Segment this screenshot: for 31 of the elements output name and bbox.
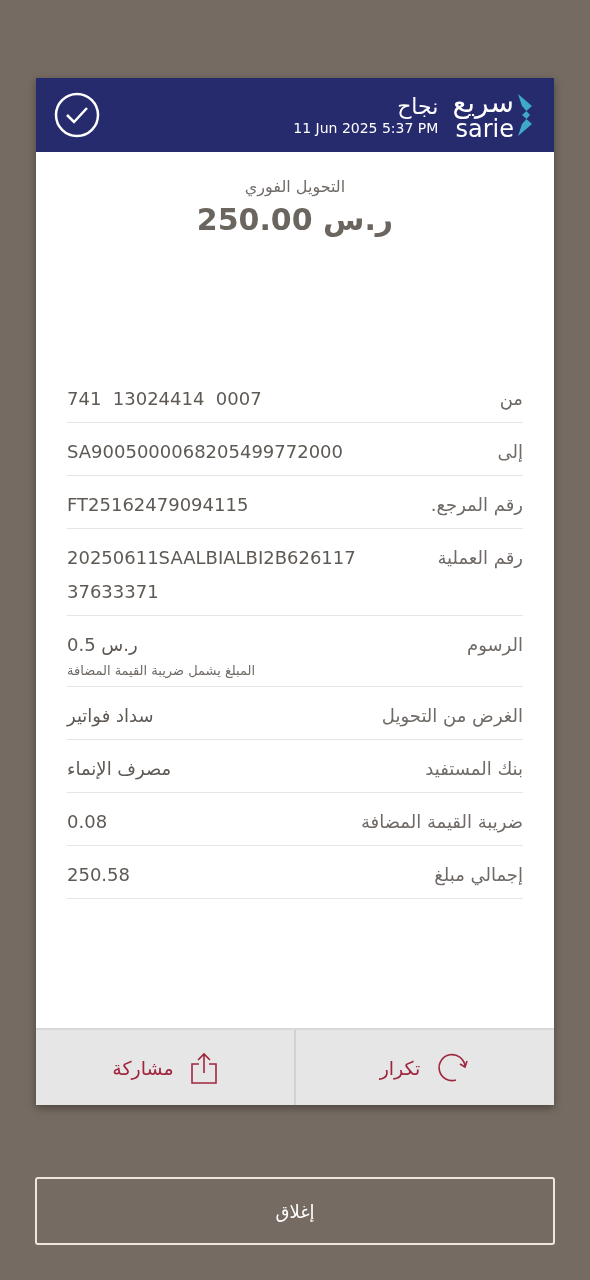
detail-value: 741 13024414 0007 [67, 387, 262, 411]
status-title: نجاح [397, 94, 439, 120]
transfer-amount: 250.00 ر.س [196, 201, 394, 239]
close-button[interactable]: إغلاق [35, 1177, 555, 1245]
check-circle-icon [54, 92, 100, 138]
logo-mark-icon [516, 92, 534, 138]
detail-label: الغرض من التحويل [381, 704, 523, 729]
detail-value: مصرف الإنماء [67, 757, 172, 782]
detail-note: المبلغ يشمل ضريبة القيمة المضافة [67, 662, 256, 680]
detail-value: SA9005000068205499772000 [67, 440, 344, 464]
detail-value: 0.5 ر.س [67, 633, 138, 657]
share-icon [189, 1051, 218, 1084]
transaction-date: 11 Jun 2025 5:37 PM [293, 120, 439, 136]
logo-latin-text: sarie [455, 117, 514, 141]
detail-value: 20250611SAALBIALBI2B62611737633371 [67, 546, 357, 604]
detail-label: إلى [497, 440, 523, 464]
detail-label: الرسوم [467, 633, 523, 658]
repeat-button[interactable]: تكرار [294, 1030, 554, 1105]
detail-value: سداد فواتير [67, 704, 154, 729]
detail-label: رقم المرجع. [430, 493, 523, 518]
transfer-type: التحويل الفوري [244, 176, 346, 199]
detail-value: 0.08 [67, 810, 108, 834]
detail-label: من [499, 387, 523, 412]
detail-label: إجمالي مبلغ [434, 863, 523, 888]
detail-label: رقم العملية [437, 546, 523, 571]
share-button[interactable]: مشاركة [36, 1030, 294, 1105]
detail-label: بنك المستفيد [425, 757, 523, 781]
logo-arabic-text: سريع [452, 89, 514, 117]
detail-value: FT25162479094115 [67, 493, 249, 517]
detail-label: ضريبة القيمة المضافة [360, 810, 523, 835]
detail-value: 250.58 [67, 863, 130, 887]
